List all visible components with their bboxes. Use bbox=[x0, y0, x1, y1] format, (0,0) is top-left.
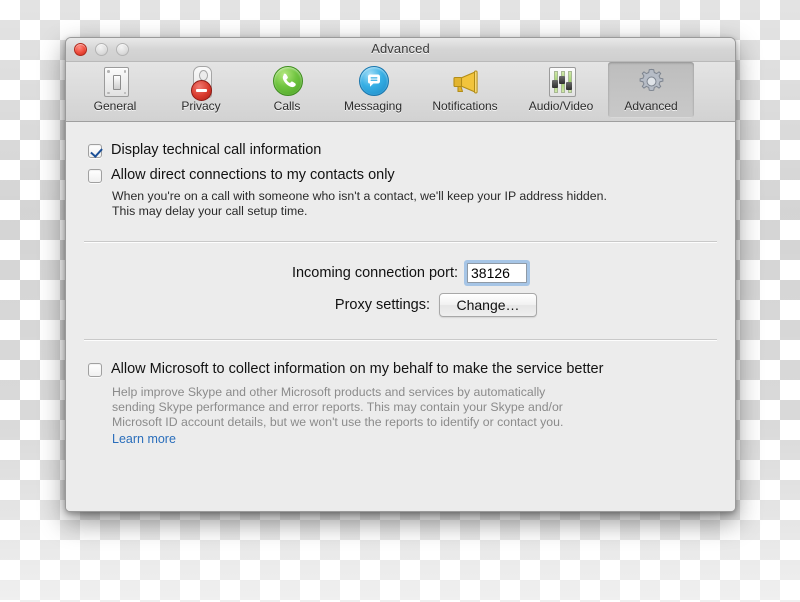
telemetry-line-2: sending Skype performance and error repo… bbox=[112, 400, 563, 414]
row-incoming-connection-port: Incoming connection port: bbox=[88, 263, 713, 283]
row-proxy-settings: Proxy settings: Change… bbox=[88, 293, 713, 317]
row-allow-direct-connections[interactable]: Allow direct connections to my contacts … bbox=[88, 167, 713, 183]
gear-icon bbox=[634, 65, 668, 98]
chat-bubble-icon bbox=[356, 65, 390, 98]
row-display-technical-call-information[interactable]: Display technical call information bbox=[88, 142, 713, 158]
toolbar-item-calls[interactable]: Calls bbox=[244, 62, 330, 118]
phone-handset-icon bbox=[270, 65, 304, 98]
door-hanger-no-entry-icon bbox=[184, 65, 218, 101]
toolbar-item-advanced[interactable]: Advanced bbox=[608, 62, 694, 118]
checkbox-display-technical-call-information[interactable] bbox=[88, 144, 102, 158]
label-allow-microsoft-collect-information: Allow Microsoft to collect information o… bbox=[111, 361, 604, 377]
megaphone-icon bbox=[448, 65, 482, 98]
toolbar-item-messaging[interactable]: Messaging bbox=[330, 62, 416, 118]
help-line-2: This may delay your call setup time. bbox=[112, 204, 308, 218]
preferences-toolbar: General Privacy Calls Messaging Notifica… bbox=[66, 62, 735, 122]
equalizer-sliders-icon bbox=[544, 65, 578, 98]
help-text-telemetry: Help improve Skype and other Microsoft p… bbox=[112, 385, 682, 430]
row-allow-microsoft-collect-information[interactable]: Allow Microsoft to collect information o… bbox=[88, 361, 713, 377]
toolbar-label-audio-video: Audio/Video bbox=[528, 99, 594, 113]
checkbox-allow-microsoft-collect-information[interactable] bbox=[88, 363, 102, 377]
label-display-technical-call-information: Display technical call information bbox=[111, 142, 322, 158]
help-text-direct-connections: When you're on a call with someone who i… bbox=[112, 189, 682, 219]
section-call-options: Display technical call information Allow… bbox=[66, 122, 735, 219]
toolbar-label-privacy: Privacy bbox=[181, 99, 221, 113]
switch-plate-icon bbox=[98, 65, 132, 98]
toolbar-label-calls: Calls bbox=[273, 99, 301, 113]
window-title: Advanced bbox=[371, 41, 430, 56]
toolbar-label-general: General bbox=[93, 99, 137, 113]
learn-more-link[interactable]: Learn more bbox=[112, 432, 176, 446]
toolbar-item-privacy[interactable]: Privacy bbox=[158, 62, 244, 118]
telemetry-line-1: Help improve Skype and other Microsoft p… bbox=[112, 385, 546, 399]
help-line-1: When you're on a call with someone who i… bbox=[112, 189, 607, 203]
advanced-settings-panel: Display technical call information Allow… bbox=[66, 122, 735, 511]
incoming-connection-port-input[interactable] bbox=[467, 263, 527, 283]
toolbar-label-notifications: Notifications bbox=[432, 99, 498, 113]
toolbar-item-general[interactable]: General bbox=[72, 62, 158, 118]
toolbar-label-advanced: Advanced bbox=[624, 99, 678, 113]
label-allow-direct-connections: Allow direct connections to my contacts … bbox=[111, 167, 395, 183]
label-proxy-settings: Proxy settings: bbox=[334, 297, 430, 313]
window-titlebar: Advanced bbox=[66, 38, 735, 62]
toolbar-item-audio-video[interactable]: Audio/Video bbox=[514, 62, 608, 118]
toolbar-item-notifications[interactable]: Notifications bbox=[416, 62, 514, 118]
section-connection: Incoming connection port: Proxy settings… bbox=[66, 243, 735, 317]
preferences-window: Advanced General Privacy Calls Messaging… bbox=[65, 37, 736, 512]
section-telemetry: Allow Microsoft to collect information o… bbox=[66, 341, 735, 448]
checkbox-allow-direct-connections[interactable] bbox=[88, 169, 102, 183]
change-proxy-settings-button[interactable]: Change… bbox=[439, 293, 537, 317]
label-incoming-connection-port: Incoming connection port: bbox=[291, 265, 458, 281]
telemetry-line-3: Microsoft ID account details, but we won… bbox=[112, 415, 564, 429]
toolbar-label-messaging: Messaging bbox=[343, 99, 403, 113]
